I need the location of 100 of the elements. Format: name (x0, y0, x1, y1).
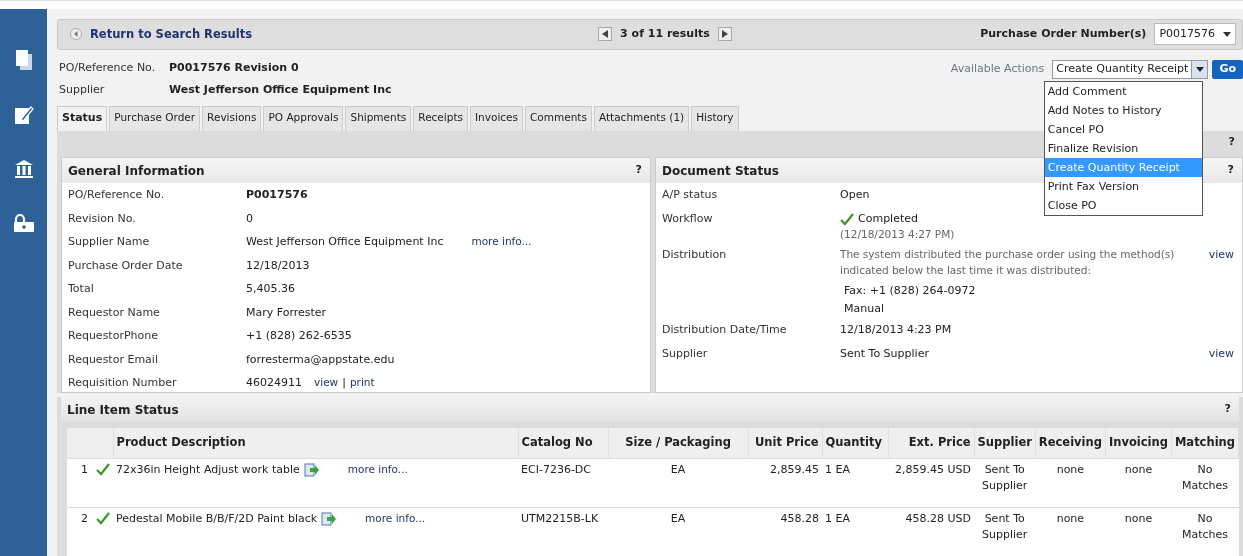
link[interactable]: print (349, 375, 375, 391)
help-icon[interactable]: ? (635, 162, 642, 179)
document-arrow-icon[interactable] (303, 462, 320, 477)
previous-button[interactable] (598, 27, 613, 42)
menu-item[interactable]: Close PO (1044, 195, 1202, 215)
field-label: Supplier Name (68, 234, 151, 250)
help-icon[interactable]: ? (1228, 133, 1235, 151)
table-cell: 458.28 USD (888, 507, 975, 556)
column-header: Invoicing (1105, 428, 1172, 458)
table-cell: UTM2215B-LK (518, 507, 609, 556)
field-value: +1 (828) 262-6535 (246, 328, 352, 344)
more-info-link[interactable]: more info... (365, 510, 426, 527)
menu-item[interactable]: Add Comment (1044, 81, 1202, 101)
column-header: Size / Packaging (608, 428, 749, 458)
back-link[interactable]: Return to Search Results (70, 25, 253, 43)
column-header: Ext. Price (888, 428, 975, 458)
column-header: Unit Price (748, 428, 823, 458)
table-cell: 458.28 (748, 507, 823, 556)
panel-title: General Information (68, 162, 205, 180)
field-label: Distribution (662, 246, 728, 263)
field-label: PO/Reference No. (68, 187, 166, 203)
next-button[interactable] (717, 27, 732, 42)
field-label: Supplier (59, 82, 106, 99)
field-label: PO/Reference No. (59, 60, 157, 77)
field-value: Mary Forrester (246, 304, 327, 321)
tab[interactable]: Receipts (413, 105, 468, 131)
po-number-label: Purchase Order Number(s) (980, 26, 1147, 43)
field-label: Requestor Name (68, 304, 161, 321)
date-note: (12/18/2013 4:27 PM) (840, 227, 956, 242)
menu-item[interactable]: Cancel PO (1044, 119, 1202, 139)
tab[interactable]: Attachments (1) (593, 105, 690, 131)
field-value: 12/18/2013 4:23 PM (840, 322, 952, 339)
link[interactable]: view (314, 375, 339, 391)
link[interactable]: view (1208, 246, 1234, 279)
field-label: Workflow (662, 210, 714, 227)
row-number: 2 (81, 510, 88, 527)
tab[interactable]: Invoices (470, 105, 523, 131)
table-cell: none (1105, 507, 1172, 556)
tab[interactable]: PO Approvals (263, 105, 344, 131)
field-value: 0 (246, 210, 253, 227)
help-icon[interactable]: ? (1224, 401, 1231, 418)
field-value: P0017576 Revision 0 (169, 60, 299, 77)
table-cell: 2,859.45 (748, 458, 823, 507)
lock-icon[interactable] (12, 213, 35, 233)
actions-select[interactable]: Create Quantity Receipt (1052, 59, 1209, 79)
column-header: Matching (1171, 428, 1239, 458)
column-header: Quantity (822, 428, 889, 458)
field-value: 46024911 (246, 375, 302, 391)
field-label: Revision No. (68, 210, 137, 227)
tab[interactable]: History (691, 105, 739, 131)
field-value: Completed (858, 210, 918, 227)
table-cell: 1 EA (822, 507, 889, 556)
left-triangle-icon (602, 30, 609, 39)
table-cell: EA (608, 458, 749, 507)
separator: | (342, 375, 346, 391)
table-cell: No Matches (1171, 458, 1239, 507)
field-value: West Jefferson Office Equipment Inc (169, 82, 392, 99)
table-cell: none (1035, 507, 1106, 556)
caret-icon (1223, 31, 1231, 37)
table-cell: 1 EA (822, 458, 889, 507)
menu-item[interactable]: Finalize Revision (1044, 138, 1202, 158)
table-cell: No Matches (1171, 507, 1239, 556)
documents-icon[interactable] (14, 49, 33, 71)
field-value: P0017576 (246, 187, 308, 203)
field-label: Requestor Email (68, 351, 159, 368)
menu-item[interactable]: Print Fax Version (1044, 176, 1202, 196)
field-label: Distribution Date/Time (662, 322, 788, 339)
document-arrow-icon[interactable] (321, 511, 338, 526)
link[interactable]: view (1208, 345, 1234, 363)
column-header: Catalog No (518, 428, 609, 458)
field-value: Sent To Supplier (840, 345, 929, 362)
edit-icon[interactable] (13, 105, 34, 125)
pager-text: 3 of 11 results (620, 26, 710, 43)
distribution-method: Manual (844, 301, 885, 318)
panel-title: Line Item Status (67, 401, 179, 419)
field-label: Purchase Order Date (68, 257, 184, 274)
tab[interactable]: Purchase Order (109, 105, 201, 131)
more-info-link[interactable]: more info... (347, 461, 408, 478)
link[interactable]: more info... (471, 234, 532, 250)
tab[interactable]: Shipments (345, 105, 412, 131)
tab[interactable]: Comments (525, 105, 592, 131)
tab[interactable]: Status (57, 105, 108, 131)
menu-item[interactable]: Add Notes to History (1044, 100, 1202, 120)
go-button[interactable]: Go (1212, 59, 1243, 79)
table-cell: EA (608, 507, 749, 556)
column-header: Receiving (1035, 428, 1106, 458)
field-value: forresterma@appstate.edu (246, 351, 395, 368)
product-description: 72x36in Height Adjust work table (116, 461, 300, 478)
column-header: Supplier (974, 428, 1036, 458)
panel-title: Document Status (662, 162, 779, 180)
field-label: Total (68, 281, 95, 297)
field-label: A/P status (662, 187, 719, 203)
actions-label: Available Actions (950, 60, 1045, 77)
bank-icon[interactable] (13, 159, 34, 179)
tab[interactable]: Revisions (202, 105, 262, 131)
po-number-select[interactable]: P0017576 (1154, 23, 1236, 46)
table-cell: ECI-7236-DC (518, 458, 609, 507)
product-description: Pedestal Mobile B/B/F/2D Paint black (116, 510, 318, 527)
field-value: 5,405.36 (246, 281, 295, 297)
help-icon[interactable]: ? (1227, 162, 1234, 179)
